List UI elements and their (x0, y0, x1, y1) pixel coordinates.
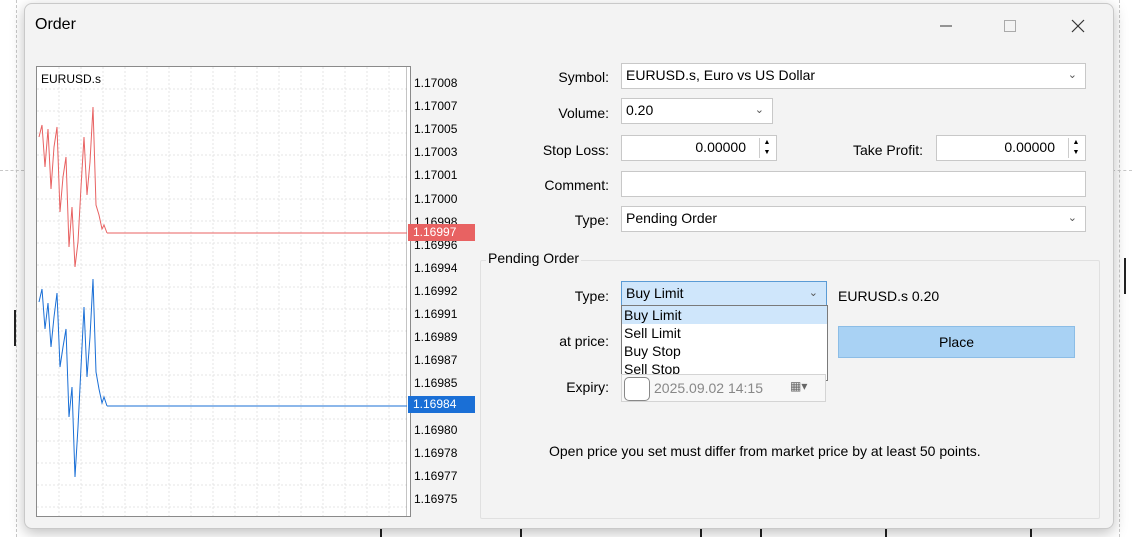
background-grid-line (0, 170, 24, 171)
tick-chart[interactable]: EURUSD.s 1.17008 1.17007 1.17005 1.17003 1.1… (36, 66, 475, 517)
spin-down-icon[interactable]: ▼ (760, 148, 774, 158)
stop-loss-spinner[interactable]: ▲ ▼ (759, 138, 774, 158)
spin-up-icon[interactable]: ▲ (1069, 138, 1083, 148)
tick-chart-plot (37, 67, 407, 516)
order-type-value: Pending Order (626, 210, 718, 226)
pending-order-group-title: Pending Order (486, 250, 582, 266)
expiry-checkbox[interactable] (624, 377, 650, 401)
volume-combobox[interactable]: 0.20 ⌄ (621, 98, 773, 124)
take-profit-label: Take Profit: (852, 142, 923, 158)
price-axis-label: 1.16978 (414, 445, 458, 460)
take-profit-spinner[interactable]: ▲ ▼ (1068, 138, 1083, 158)
price-axis-label: 1.16977 (414, 468, 458, 483)
order-type-label: Type: (574, 212, 609, 228)
at-price-label: at price: (559, 333, 609, 349)
price-note: Open price you set must differ from mark… (549, 443, 981, 459)
take-profit-input[interactable]: 0.00000 ▲ ▼ (936, 135, 1086, 161)
calendar-icon[interactable]: ▦▾ (790, 379, 807, 393)
window-title: Order (35, 16, 76, 33)
title-bar[interactable]: Order (25, 4, 1113, 48)
price-axis-label: 1.16994 (414, 260, 458, 275)
expiry-label: Expiry: (566, 379, 609, 395)
price-axis-label: 1.16985 (414, 376, 458, 391)
expiry-value: 2025.09.02 14:15 (654, 380, 763, 396)
place-button-label: Place (938, 334, 975, 350)
minimize-button[interactable] (923, 10, 969, 42)
pending-type-value: Buy Limit (626, 285, 684, 301)
background-candle (1124, 258, 1126, 294)
volume-value: 0.20 (626, 102, 654, 118)
price-axis-label: 1.16989 (414, 330, 458, 345)
chevron-down-icon: ⌄ (808, 287, 818, 299)
price-axis-label: 1.16980 (414, 422, 458, 437)
symbol-select[interactable]: EURUSD.s, Euro vs US Dollar ⌄ (621, 63, 1086, 89)
maximize-icon (1004, 20, 1016, 32)
price-axis-label: 1.17005 (414, 122, 458, 137)
place-button[interactable]: Place (838, 326, 1075, 358)
price-axis-label: 1.17008 (414, 76, 458, 90)
stop-loss-value: 0.00000 (695, 139, 746, 155)
minimize-icon (940, 25, 952, 27)
pending-type-dropdown[interactable]: Buy Limit Sell Limit Buy Stop Sell Stop (621, 305, 828, 381)
background-grid-line (1119, 0, 1120, 537)
spin-up-icon[interactable]: ▲ (760, 138, 774, 148)
chart-symbol-label: EURUSD.s (41, 72, 102, 86)
volume-label: Volume: (558, 105, 609, 121)
stop-loss-input[interactable]: 0.00000 ▲ ▼ (621, 135, 777, 161)
price-axis-label: 1.17000 (414, 191, 458, 206)
order-dialog: Order EURUSD.s 1.17008 1.17007 1.17005 1.17… (24, 3, 1114, 529)
price-axis-label: 1.16975 (414, 491, 458, 506)
order-type-select[interactable]: Pending Order ⌄ (621, 206, 1086, 232)
background-candle (14, 310, 16, 346)
pending-summary: EURUSD.s 0.20 (838, 288, 940, 304)
stop-loss-label: Stop Loss: (542, 142, 609, 158)
chevron-down-icon: ⌄ (1067, 69, 1077, 81)
chevron-down-icon: ⌄ (1067, 212, 1077, 224)
comment-input[interactable] (621, 171, 1086, 197)
bid-price-tag: 1.16984 (408, 396, 475, 413)
price-axis-label: 1.16991 (414, 307, 458, 321)
symbol-label: Symbol: (558, 69, 609, 85)
close-icon (1071, 19, 1085, 33)
spin-down-icon[interactable]: ▼ (1069, 148, 1083, 158)
expiry-picker[interactable]: 2025.09.02 14:15 ▦▾ (621, 374, 826, 402)
comment-label: Comment: (544, 177, 609, 193)
close-button[interactable] (1055, 10, 1101, 42)
price-axis-label: 1.17003 (414, 145, 458, 160)
dropdown-option[interactable]: Sell Limit (622, 324, 827, 342)
price-axis-label: 1.16987 (414, 353, 458, 368)
background-grid-line (1112, 170, 1132, 171)
background-grid-line (16, 0, 17, 537)
dropdown-option[interactable]: Buy Limit (622, 306, 827, 324)
ask-price-tag: 1.16997 (408, 224, 475, 241)
maximize-button[interactable] (987, 10, 1033, 42)
price-axis-label: 1.17007 (414, 99, 458, 114)
price-axis-label: 1.17001 (414, 168, 458, 183)
price-axis-label: 1.16992 (414, 283, 458, 298)
pending-type-select[interactable]: Buy Limit ⌄ (621, 281, 827, 307)
symbol-select-value: EURUSD.s, Euro vs US Dollar (626, 67, 816, 83)
pending-type-label: Type: (574, 288, 609, 304)
chevron-down-icon: ⌄ (754, 104, 764, 116)
dropdown-option[interactable]: Buy Stop (622, 342, 827, 360)
take-profit-value: 0.00000 (1004, 139, 1055, 155)
